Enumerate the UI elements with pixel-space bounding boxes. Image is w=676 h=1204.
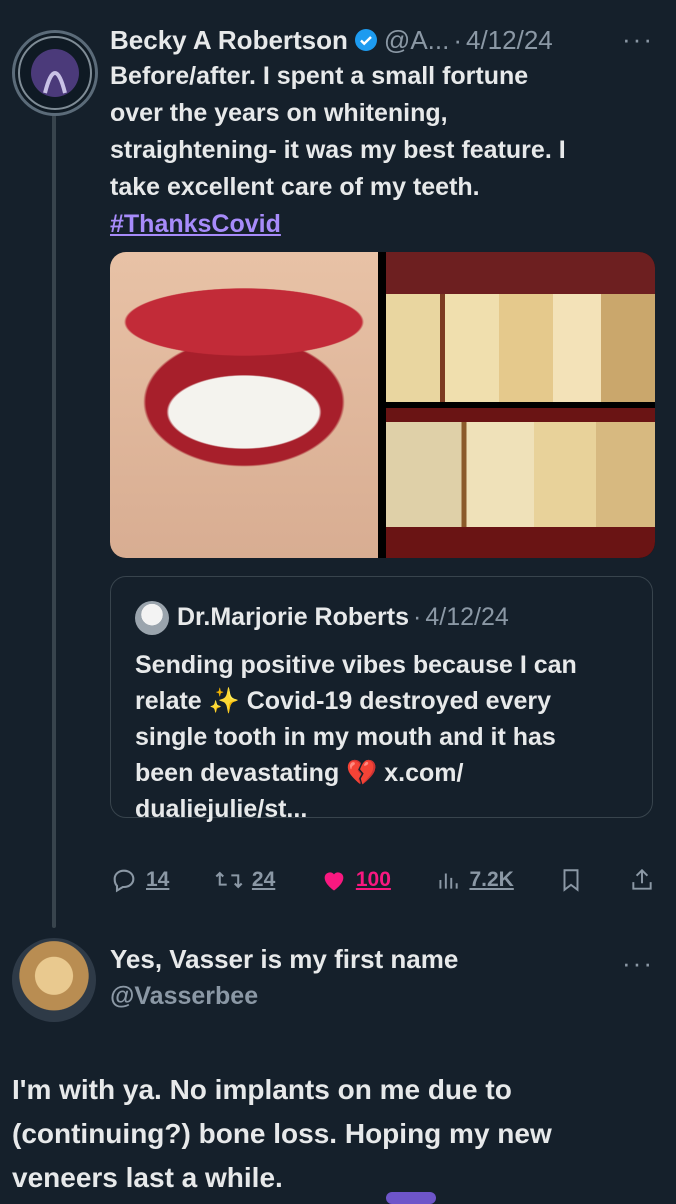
tweet-header: Becky A Robertson @A... · 4/12/24 [110,22,656,58]
reply-line: (continuing?) bone loss. Hoping my new [12,1118,552,1149]
quote-line: dualiejulie/st... [135,795,308,823]
reply-line: I'm with ya. No implants on me due to [12,1074,512,1105]
quote-line: Sending positive vibes because I can [135,651,577,679]
tweet-line: over the years on whitening, [110,99,448,127]
retweet-icon [215,871,243,889]
quote-line: relate ✨ Covid-19 destroyed every [135,687,552,715]
reply-author-handle[interactable]: @Vasserbee [110,982,258,1011]
reply-count: 14 [146,868,170,891]
tweet-line: straightening- it was my best feature. I [110,136,566,164]
quoted-tweet-date: 4/12/24 [425,602,509,631]
media-image-after-top[interactable] [386,252,655,402]
reply-button[interactable]: 14 [110,866,169,894]
dot-separator: · [413,602,422,631]
tweet-media-grid [110,252,655,558]
views-icon [439,873,459,889]
long-covid-awareness-badge [18,36,92,110]
tweet-line: Before/after. I spent a small fortune [110,62,529,90]
author-handle[interactable]: @A... [384,25,449,56]
reply-icon [113,869,135,893]
quoted-author-avatar [135,601,169,635]
heart-icon [324,872,344,891]
reply-author-name[interactable]: Yes, Vasser is my first name [110,944,458,975]
share-icon [632,868,652,890]
bookmark-icon [563,869,579,892]
tweet-action-bar: 14 24 100 7.2K [110,860,655,900]
media-image-before-smile[interactable] [110,252,378,558]
tweet-line: take excellent care of my teeth. [110,173,480,201]
reply-author-avatar[interactable] [12,938,96,1022]
quoted-tweet[interactable]: Dr.Marjorie Roberts · 4/12/24 Sending po… [110,576,653,823]
quoted-tweet-header: Dr.Marjorie Roberts · 4/12/24 [177,597,509,637]
author-name[interactable]: Becky A Robertson [110,25,348,56]
reply-body: I'm with ya. No implants on me due to (c… [12,1068,652,1200]
like-button[interactable]: 100 [320,866,391,894]
retweet-button[interactable]: 24 [214,866,275,894]
dot-separator: · [453,24,462,55]
bookmark-button[interactable] [558,866,584,894]
floating-compose-button[interactable] [386,1192,436,1204]
author-avatar[interactable] [12,30,98,116]
retweet-count: 24 [251,868,276,891]
thread-connector-line [52,98,56,928]
verified-icon [354,28,378,52]
quote-line: single tooth in my mouth and it has [135,723,556,751]
quoted-tweet-body: Sending positive vibes because I can rel… [135,647,635,827]
reply-line: veneers last a while. [12,1162,283,1193]
tweet-date[interactable]: 4/12/24 [466,25,553,56]
like-count: 100 [355,868,391,891]
views-button[interactable]: 7.2K [435,867,514,893]
views-count: 7.2K [469,868,514,891]
more-options-icon[interactable]: ··· [622,24,654,55]
quoted-author-name: Dr.Marjorie Roberts [177,602,410,631]
more-options-icon[interactable]: ··· [622,948,654,979]
quote-line: been devastating 💔 x.com/ [135,759,464,787]
media-image-after-bottom[interactable] [386,408,655,558]
hashtag-link[interactable]: #ThanksCovid [110,210,281,238]
share-button[interactable] [629,866,655,894]
tweet-body: Before/after. I spent a small fortune ov… [110,58,650,243]
